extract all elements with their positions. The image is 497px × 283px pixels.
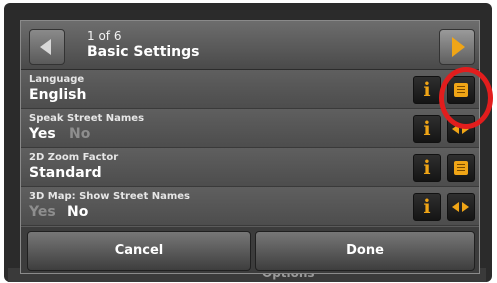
page-indicator: 1 of 6: [87, 29, 122, 43]
back-button[interactable]: [29, 29, 65, 65]
info-button[interactable]: i: [413, 76, 441, 104]
setting-row-speak-street-names[interactable]: Speak Street Names Yes No i: [21, 109, 479, 148]
info-button[interactable]: i: [413, 154, 441, 182]
setting-label: 2D Zoom Factor: [29, 152, 119, 163]
left-right-arrows-icon: [452, 201, 470, 213]
cancel-button[interactable]: Cancel: [27, 231, 251, 271]
arrow-right-icon: [452, 37, 465, 57]
setting-row-3d-map-street-names[interactable]: 3D Map: Show Street Names Yes No i: [21, 187, 479, 226]
info-icon: i: [423, 157, 431, 179]
setting-value-selected: No: [67, 204, 89, 220]
setting-row-2d-zoom-factor[interactable]: 2D Zoom Factor Standard i: [21, 148, 479, 187]
setting-value-unselected: No: [69, 126, 91, 142]
info-button[interactable]: i: [413, 115, 441, 143]
setting-value: Standard: [29, 165, 102, 181]
arrow-left-icon: [40, 39, 51, 55]
toggle-button[interactable]: [447, 193, 475, 221]
done-button[interactable]: Done: [255, 231, 475, 271]
info-button[interactable]: i: [413, 193, 441, 221]
setting-value-unselected: Yes: [29, 204, 56, 220]
setting-value: English: [29, 87, 87, 103]
dialog-header: 1 of 6 Basic Settings: [21, 21, 479, 70]
settings-dialog: 1 of 6 Basic Settings Language English i…: [20, 20, 480, 274]
info-icon: i: [423, 118, 431, 140]
setting-label: Speak Street Names: [29, 113, 145, 124]
highlight-circle-annotation: [439, 67, 493, 129]
setting-label: 3D Map: Show Street Names: [29, 191, 191, 202]
page-title: Basic Settings: [87, 44, 200, 60]
info-icon: i: [423, 196, 431, 218]
next-button[interactable]: [439, 29, 475, 65]
list-icon: [454, 161, 468, 175]
info-icon: i: [423, 79, 431, 101]
dialog-footer: Cancel Done: [21, 227, 479, 273]
list-button[interactable]: [447, 154, 475, 182]
setting-value-selected: Yes: [29, 126, 56, 142]
setting-row-language[interactable]: Language English i: [21, 70, 479, 109]
setting-label: Language: [29, 74, 85, 85]
